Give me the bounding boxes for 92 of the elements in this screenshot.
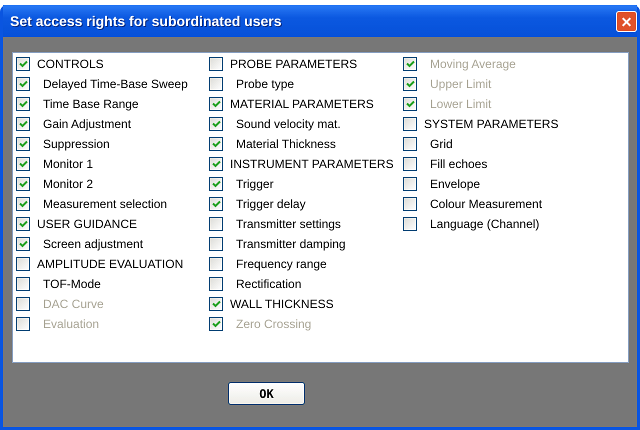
checkbox-label: MATERIAL PARAMETERS — [230, 97, 374, 111]
checkbox-label: Fill echoes — [430, 157, 488, 171]
checkbox-label: Sound velocity mat. — [236, 117, 341, 131]
checkmark-icon — [212, 300, 220, 308]
checkbox[interactable] — [209, 77, 223, 91]
window-title: Set access rights for subordinated users — [10, 13, 282, 29]
checkbox[interactable] — [403, 157, 417, 171]
checkbox[interactable] — [209, 157, 223, 171]
checkbox-label: Zero Crossing — [236, 317, 312, 331]
ok-button[interactable]: OK — [228, 382, 305, 405]
checkbox-label: WALL THICKNESS — [230, 297, 334, 311]
checkbox[interactable] — [16, 157, 30, 171]
checkbox-label: Lower Limit — [430, 97, 492, 111]
checkmark-icon — [18, 200, 28, 208]
checkbox-label: Delayed Time-Base Sweep — [43, 77, 188, 91]
checkmark-icon — [18, 240, 28, 248]
checkbox[interactable] — [16, 217, 30, 231]
checkmark-icon — [212, 180, 220, 188]
checkbox-label: Suppression — [43, 137, 110, 151]
checkbox-label: DAC Curve — [43, 297, 104, 311]
checkbox-label: SYSTEM PARAMETERS — [424, 117, 558, 131]
checkbox-label: Probe type — [236, 77, 294, 91]
checkbox-label: Grid — [430, 137, 453, 151]
checkmark-icon — [406, 80, 414, 88]
checkbox[interactable] — [403, 177, 417, 191]
checkbox[interactable] — [209, 237, 223, 251]
checkbox-label: Transmitter damping — [236, 237, 346, 251]
checkbox-label: Screen adjustment — [43, 237, 144, 251]
checkmark-icon — [18, 160, 28, 168]
checkbox[interactable] — [209, 277, 223, 291]
checkbox[interactable] — [16, 177, 30, 191]
checkmark-icon — [18, 60, 28, 68]
checkbox-label: Evaluation — [43, 317, 100, 331]
checkbox-label: Rectification — [236, 277, 302, 291]
checkbox-label: Gain Adjustment — [43, 117, 132, 131]
checkmark-icon — [18, 140, 28, 148]
checkbox[interactable] — [403, 137, 417, 151]
checkmark-icon — [212, 100, 220, 108]
checkbox-label: Trigger — [236, 177, 274, 191]
checkbox[interactable] — [209, 117, 223, 131]
checkmark-icon — [212, 160, 220, 168]
checkmark-icon — [212, 140, 220, 148]
checkbox[interactable] — [403, 217, 417, 231]
checkbox-label: Trigger delay — [236, 197, 306, 211]
checkmark-icon — [18, 180, 28, 188]
close-button[interactable]: × — [616, 10, 637, 32]
checkbox-label: Language (Channel) — [430, 217, 540, 231]
checkbox[interactable] — [209, 177, 223, 191]
checkbox-label: CONTROLS — [37, 57, 104, 71]
checkbox[interactable] — [16, 277, 30, 291]
checkbox[interactable] — [16, 117, 30, 131]
checkbox[interactable] — [403, 197, 417, 211]
checkbox[interactable] — [16, 137, 30, 151]
checkbox-label: TOF-Mode — [43, 277, 101, 291]
checkbox[interactable] — [209, 57, 223, 71]
checkbox-label: Frequency range — [236, 257, 327, 271]
checkbox-label: PROBE PARAMETERS — [230, 57, 358, 71]
checkbox[interactable] — [403, 117, 417, 131]
checkbox[interactable] — [16, 237, 30, 251]
checkbox-label: Envelope — [430, 177, 480, 191]
checkbox[interactable] — [16, 257, 30, 271]
checkmark-icon — [18, 80, 28, 88]
checkbox[interactable] — [209, 297, 223, 311]
checkbox[interactable] — [209, 137, 223, 151]
checkbox-label: Moving Average — [430, 57, 516, 71]
checkmark-icon — [406, 100, 414, 108]
checkbox[interactable] — [209, 97, 223, 111]
checkbox-label: INSTRUMENT PARAMETERS — [230, 157, 394, 171]
checkbox-label: Time Base Range — [43, 97, 139, 111]
checkbox-label: Colour Measurement — [430, 197, 542, 211]
checkbox-label: Measurement selection — [43, 197, 168, 211]
checkbox-label: AMPLITUDE EVALUATION — [37, 257, 184, 271]
checkbox[interactable] — [16, 57, 30, 71]
checkbox[interactable] — [16, 97, 30, 111]
checkmark-icon — [406, 60, 414, 68]
checkmark-icon — [212, 120, 220, 128]
checkbox[interactable] — [16, 77, 30, 91]
checkbox-label: Material Thickness — [236, 137, 336, 151]
checkbox-label: USER GUIDANCE — [37, 217, 138, 231]
checkbox-label: Transmitter settings — [236, 217, 341, 231]
checkmark-icon — [18, 100, 28, 108]
checkbox[interactable] — [209, 257, 223, 271]
checkbox[interactable] — [16, 197, 30, 211]
checkbox[interactable] — [209, 217, 223, 231]
checkmark-icon — [212, 320, 220, 328]
checkmark-icon — [18, 220, 28, 228]
checkbox-label: Upper Limit — [430, 77, 492, 91]
checkbox-label: Monitor 2 — [43, 177, 94, 191]
checkbox-label: Monitor 1 — [43, 157, 94, 171]
checkmark-icon — [18, 120, 28, 128]
checkmark-icon — [212, 200, 220, 208]
checkbox[interactable] — [209, 197, 223, 211]
